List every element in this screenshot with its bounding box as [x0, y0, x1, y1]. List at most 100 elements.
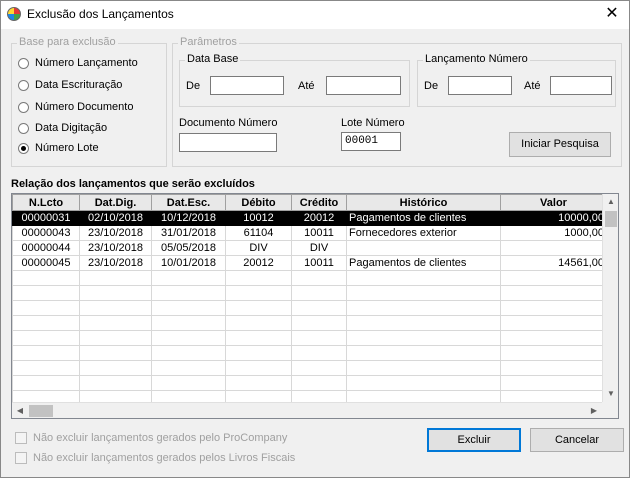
- table-cell: [151, 300, 226, 316]
- data-base-de-label: De: [186, 80, 201, 92]
- close-button[interactable]: ✕: [595, 1, 629, 29]
- radio-circle[interactable]: [18, 122, 29, 134]
- table-cell: [79, 375, 152, 391]
- lancamento-ate-input[interactable]: [550, 76, 612, 95]
- table-cell: [500, 375, 607, 391]
- table-cell: DIV: [291, 240, 347, 256]
- table-cell: [225, 375, 292, 391]
- table-cell: 20012: [225, 255, 292, 271]
- data-base-ate-input[interactable]: [326, 76, 401, 95]
- scroll-down-icon[interactable]: ▼: [603, 386, 618, 402]
- table-cell: 00000045: [12, 255, 80, 271]
- table-row[interactable]: 00000031 02/10/2018 10/12/2018 10012 20012 Pa…: [12, 210, 607, 226]
- table-cell: [79, 330, 152, 346]
- scroll-left-icon[interactable]: ◀: [12, 403, 28, 418]
- lancamento-ate-label: Até: [524, 80, 541, 92]
- lancamentos-grid[interactable]: N.Lcto Dat.Dig. Dat.Esc. Débito Crédito …: [11, 193, 619, 419]
- grid-caption: Relação dos lançamentos que serão excluí…: [11, 178, 255, 190]
- radio-circle[interactable]: [18, 57, 29, 69]
- table-cell: 31/01/2018: [151, 225, 226, 241]
- vertical-scrollbar[interactable]: ▲ ▼: [602, 194, 618, 402]
- checkbox-box[interactable]: [15, 452, 27, 464]
- table-cell: [500, 315, 607, 331]
- cancelar-button[interactable]: Cancelar: [530, 428, 624, 452]
- table-cell: [346, 330, 501, 346]
- radio-label: Número Lote: [35, 142, 99, 154]
- table-cell: Fornecedores exterior: [346, 225, 501, 241]
- table-cell: [12, 375, 80, 391]
- col-header-credito[interactable]: Crédito: [291, 194, 347, 211]
- table-row-empty[interactable]: [12, 330, 607, 346]
- table-cell: [225, 330, 292, 346]
- table-cell: [291, 315, 347, 331]
- radio-numero-documento[interactable]: Número Documento: [18, 99, 133, 115]
- radio-label: Número Documento: [35, 101, 134, 113]
- col-header-nlcto[interactable]: N.Lcto: [12, 194, 80, 211]
- table-cell: [79, 360, 152, 376]
- col-header-datdig[interactable]: Dat.Dig.: [79, 194, 152, 211]
- data-base-de-input[interactable]: [210, 76, 284, 95]
- table-row[interactable]: 00000044 23/10/2018 05/05/2018 DIV DIV: [12, 240, 607, 256]
- col-header-datesc[interactable]: Dat.Esc.: [151, 194, 226, 211]
- table-cell: 10/12/2018: [151, 210, 226, 226]
- table-cell: 23/10/2018: [79, 255, 152, 271]
- table-cell: [12, 330, 80, 346]
- data-base-ate-label: Até: [298, 80, 315, 92]
- table-cell: 14561,00: [500, 255, 607, 271]
- table-cell: 10012: [225, 210, 292, 226]
- table-cell: 10011: [291, 225, 347, 241]
- excluir-button[interactable]: Excluir: [427, 428, 521, 452]
- table-cell: 10000,00: [500, 210, 607, 226]
- table-cell: [151, 375, 226, 391]
- scroll-thumb-vertical[interactable]: [605, 211, 617, 227]
- table-row[interactable]: 00000045 23/10/2018 10/01/2018 20012 10011 Pa…: [12, 255, 607, 271]
- table-cell: [79, 315, 152, 331]
- radio-circle[interactable]: [18, 101, 29, 113]
- table-cell: 05/05/2018: [151, 240, 226, 256]
- table-cell: 23/10/2018: [79, 225, 152, 241]
- radio-data-escrituracao[interactable]: Data Escrituração: [18, 77, 122, 93]
- table-row-empty[interactable]: [12, 345, 607, 361]
- radio-circle[interactable]: [18, 79, 29, 91]
- checkbox-procompany[interactable]: Não excluir lançamentos gerados pelo Pro…: [15, 431, 287, 445]
- radio-numero-lancamento[interactable]: Número Lançamento: [18, 55, 138, 71]
- checkbox-label: Não excluir lançamentos gerados pelo Pro…: [33, 432, 288, 444]
- table-row-empty[interactable]: [12, 315, 607, 331]
- table-cell: 10/01/2018: [151, 255, 226, 271]
- horizontal-scrollbar[interactable]: ◀ ▶: [12, 402, 602, 418]
- table-row-empty[interactable]: [12, 360, 607, 376]
- table-row-empty[interactable]: [12, 270, 607, 286]
- lote-numero-input[interactable]: 00001: [341, 132, 401, 151]
- lancamento-de-input[interactable]: [448, 76, 512, 95]
- table-cell: [346, 360, 501, 376]
- scroll-up-icon[interactable]: ▲: [603, 194, 618, 210]
- documento-numero-input[interactable]: [179, 133, 277, 152]
- table-cell: [291, 330, 347, 346]
- checkbox-livros-fiscais[interactable]: Não excluir lançamentos gerados pelos Li…: [15, 451, 295, 465]
- radio-circle-checked[interactable]: [18, 142, 29, 154]
- table-cell: [291, 360, 347, 376]
- table-row-empty[interactable]: [12, 285, 607, 301]
- table-header-row: N.Lcto Dat.Dig. Dat.Esc. Débito Crédito …: [12, 194, 607, 211]
- checkbox-label: Não excluir lançamentos gerados pelos Li…: [33, 452, 296, 464]
- checkbox-box[interactable]: [15, 432, 27, 444]
- data-base-group: Data Base De Até: [179, 53, 410, 107]
- col-header-valor[interactable]: Valor: [500, 194, 607, 211]
- table-cell: [151, 360, 226, 376]
- iniciar-pesquisa-button[interactable]: Iniciar Pesquisa: [509, 132, 611, 157]
- base-exclusao-title: Base para exclusão: [17, 36, 118, 48]
- table-cell: 23/10/2018: [79, 240, 152, 256]
- table-row-empty[interactable]: [12, 300, 607, 316]
- radio-label: Data Digitação: [35, 122, 108, 134]
- table-row[interactable]: 00000043 23/10/2018 31/01/2018 61104 10011 Fo…: [12, 225, 607, 241]
- documento-numero-label: Documento Número: [179, 117, 278, 129]
- table-cell: [500, 270, 607, 286]
- radio-numero-lote[interactable]: Número Lote: [18, 140, 99, 156]
- table-cell: [79, 345, 152, 361]
- scroll-thumb-horizontal[interactable]: [29, 405, 53, 417]
- col-header-debito[interactable]: Débito: [225, 194, 292, 211]
- table-row-empty[interactable]: [12, 375, 607, 391]
- scroll-right-icon[interactable]: ▶: [586, 403, 602, 418]
- col-header-historico[interactable]: Histórico: [346, 194, 501, 211]
- radio-data-digitacao[interactable]: Data Digitação: [18, 120, 107, 136]
